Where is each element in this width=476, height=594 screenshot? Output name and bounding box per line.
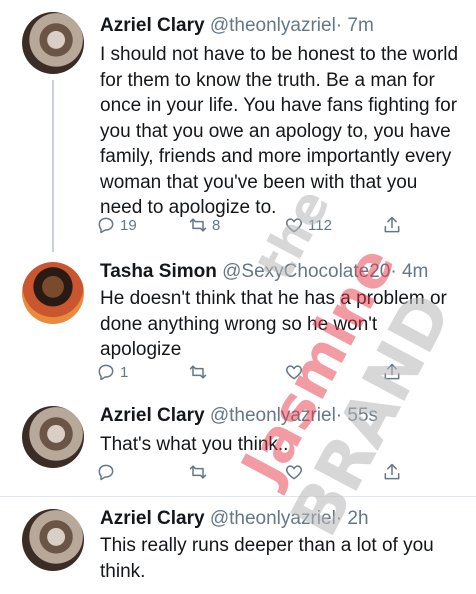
- action-bar: 1: [96, 362, 406, 386]
- reply-count: 1: [120, 363, 129, 381]
- tweet[interactable]: Azriel Clary @theonlyazriel· 55s That's …: [0, 392, 476, 496]
- reply-button[interactable]: 1: [96, 362, 128, 382]
- like-button[interactable]: [284, 362, 308, 382]
- share-icon: [384, 363, 400, 380]
- retweet-count: 8: [212, 216, 221, 234]
- action-bar: 19 8 112: [96, 215, 406, 239]
- like-icon: [285, 465, 303, 480]
- like-icon: [285, 218, 303, 233]
- like-button[interactable]: [284, 462, 308, 482]
- like-count: 112: [308, 216, 332, 234]
- retweet-icon: [189, 365, 207, 379]
- like-button[interactable]: 112: [284, 215, 332, 235]
- like-icon: [285, 365, 303, 380]
- share-icon: [384, 216, 400, 233]
- retweet-button[interactable]: [188, 462, 212, 482]
- share-button[interactable]: [382, 362, 402, 382]
- display-name[interactable]: Tasha Simon: [100, 261, 217, 282]
- timestamp[interactable]: · 4m: [390, 261, 428, 282]
- timestamp[interactable]: · 7m: [336, 15, 374, 36]
- tweet-text: This really runs deeper than a lot of yo…: [100, 535, 434, 582]
- share-icon: [384, 463, 400, 480]
- timestamp[interactable]: · 55s: [336, 405, 378, 426]
- retweet-button[interactable]: 8: [188, 215, 220, 235]
- display-name[interactable]: Azriel Clary: [100, 15, 205, 36]
- retweet-icon: [189, 465, 207, 479]
- display-name[interactable]: Azriel Clary: [100, 508, 205, 529]
- display-name[interactable]: Azriel Clary: [100, 405, 205, 426]
- tweet-header: Azriel Clary @theonlyazriel· 55s: [100, 404, 378, 428]
- action-bar: [96, 462, 406, 486]
- reply-button[interactable]: 19: [96, 215, 137, 235]
- avatar[interactable]: [22, 406, 84, 468]
- reply-icon: [98, 464, 114, 481]
- user-handle[interactable]: @theonlyazriel: [210, 405, 336, 426]
- avatar[interactable]: [22, 262, 84, 324]
- tweet-text: He doesn't think that he has a problem o…: [100, 288, 447, 360]
- tweet-header: Tasha Simon @SexyChocolate20· 4m: [100, 260, 428, 284]
- timestamp[interactable]: · 2h: [336, 508, 369, 529]
- share-button[interactable]: [382, 462, 402, 482]
- retweet-icon: [189, 218, 207, 232]
- reply-icon: [98, 217, 114, 234]
- avatar[interactable]: [22, 12, 84, 74]
- tweet[interactable]: Azriel Clary @theonlyazriel· 7m I should…: [0, 0, 476, 252]
- tweet-text: That's what you think..: [100, 434, 289, 455]
- user-handle[interactable]: @theonlyazriel: [210, 508, 336, 529]
- thread-line: [52, 80, 54, 252]
- retweet-button[interactable]: [188, 362, 212, 382]
- reply-count: 19: [120, 216, 137, 234]
- share-button[interactable]: [382, 215, 402, 235]
- tweet-header: Azriel Clary @theonlyazriel· 2h: [100, 507, 369, 531]
- tweet[interactable]: Tasha Simon @SexyChocolate20· 4m He does…: [0, 252, 476, 392]
- user-handle[interactable]: @theonlyazriel: [210, 15, 336, 36]
- tweet-text: I should not have to be honest to the wo…: [100, 44, 459, 218]
- avatar[interactable]: [22, 509, 84, 571]
- reply-icon: [98, 364, 114, 381]
- tweet[interactable]: Azriel Clary @theonlyazriel· 2h This rea…: [0, 497, 476, 594]
- user-handle[interactable]: @SexyChocolate20: [222, 261, 390, 282]
- tweet-header: Azriel Clary @theonlyazriel· 7m: [100, 14, 374, 38]
- reply-button[interactable]: [96, 462, 120, 482]
